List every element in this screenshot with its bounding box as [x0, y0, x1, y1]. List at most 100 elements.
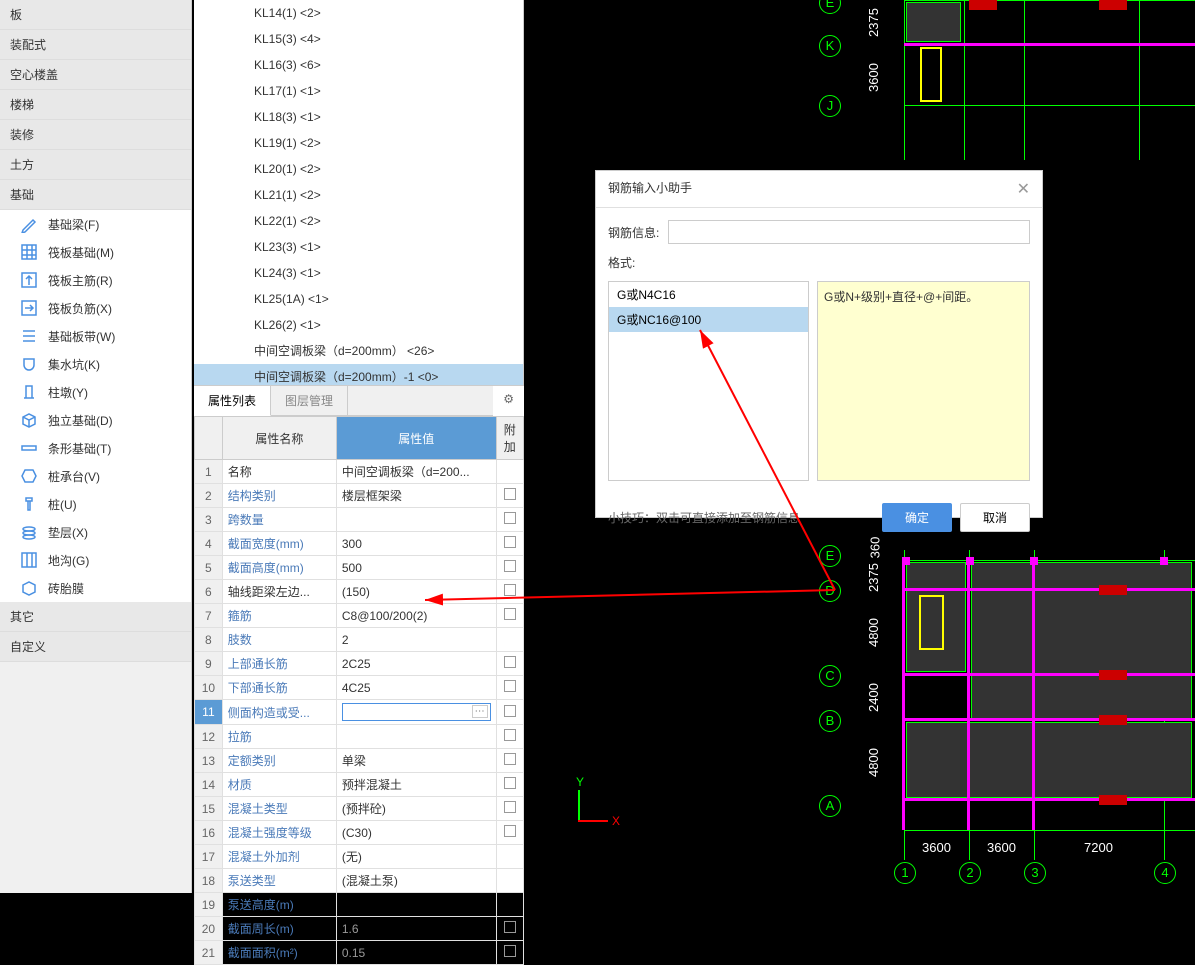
close-icon[interactable]: ✕ — [1017, 179, 1030, 199]
item-条形基础(T)[interactable]: 条形基础(T) — [0, 434, 191, 462]
checkbox-icon[interactable] — [504, 777, 516, 789]
tree-item[interactable]: KL14(1) <2> — [194, 0, 523, 26]
checkbox-icon[interactable] — [504, 488, 516, 500]
cat-foundation[interactable]: 基础 — [0, 180, 191, 210]
item-柱墩(Y)[interactable]: 柱墩(Y) — [0, 378, 191, 406]
checkbox-icon[interactable] — [504, 584, 516, 596]
checkbox-icon[interactable] — [504, 921, 516, 933]
ellipsis-icon[interactable]: ⋯ — [472, 705, 488, 718]
prop-value[interactable]: (预拌砼) — [336, 797, 496, 821]
prop-value[interactable] — [336, 893, 496, 917]
cat-空心楼盖[interactable]: 空心楼盖 — [0, 60, 191, 90]
ok-button[interactable]: 确定 — [882, 503, 952, 532]
prop-addon[interactable] — [496, 628, 523, 652]
prop-name[interactable]: 结构类别 — [222, 484, 336, 508]
checkbox-icon[interactable] — [504, 801, 516, 813]
prop-value[interactable]: 2 — [336, 628, 496, 652]
prop-name[interactable]: 材质 — [222, 773, 336, 797]
tree-item[interactable]: KL26(2) <1> — [194, 312, 523, 338]
cat-装配式[interactable]: 装配式 — [0, 30, 191, 60]
prop-value-input[interactable]: ⋯ — [342, 703, 491, 721]
tree-item[interactable]: KL18(3) <1> — [194, 104, 523, 130]
cat-其它[interactable]: 其它 — [0, 602, 191, 632]
prop-name[interactable]: 混凝土强度等级 — [222, 821, 336, 845]
prop-name[interactable]: 截面周长(m) — [222, 917, 336, 941]
checkbox-icon[interactable] — [504, 680, 516, 692]
tree-item[interactable]: KL19(1) <2> — [194, 130, 523, 156]
tree-item-selected[interactable]: 中间空调板梁（d=200mm）-1 <0> — [194, 364, 523, 385]
prop-value[interactable]: 中间空调板梁（d=200... — [336, 460, 496, 484]
cancel-button[interactable]: 取消 — [960, 503, 1030, 532]
prop-addon[interactable] — [496, 676, 523, 700]
prop-addon[interactable] — [496, 821, 523, 845]
item-独立基础(D)[interactable]: 独立基础(D) — [0, 406, 191, 434]
tree-item[interactable]: KL21(1) <2> — [194, 182, 523, 208]
prop-name[interactable]: 截面宽度(mm) — [222, 532, 336, 556]
prop-addon[interactable] — [496, 508, 523, 532]
tree-item[interactable]: KL23(3) <1> — [194, 234, 523, 260]
prop-value[interactable]: (150) — [336, 580, 496, 604]
tree-item[interactable]: KL17(1) <1> — [194, 78, 523, 104]
format-item-0[interactable]: G或N4C16 — [609, 282, 808, 307]
prop-addon[interactable] — [496, 773, 523, 797]
prop-addon[interactable] — [496, 845, 523, 869]
tree-item[interactable]: KL24(3) <1> — [194, 260, 523, 286]
checkbox-icon[interactable] — [504, 945, 516, 957]
prop-value[interactable]: 1.6 — [336, 917, 496, 941]
checkbox-icon[interactable] — [504, 753, 516, 765]
item-桩承台(V)[interactable]: 桩承台(V) — [0, 462, 191, 490]
prop-value[interactable]: 楼层框架梁 — [336, 484, 496, 508]
prop-name[interactable]: 箍筋 — [222, 604, 336, 628]
prop-name[interactable]: 混凝土外加剂 — [222, 845, 336, 869]
checkbox-icon[interactable] — [504, 608, 516, 620]
cat-土方[interactable]: 土方 — [0, 150, 191, 180]
tree-item[interactable]: KL22(1) <2> — [194, 208, 523, 234]
prop-addon[interactable] — [496, 652, 523, 676]
prop-addon[interactable] — [496, 580, 523, 604]
prop-name[interactable]: 上部通长筋 — [222, 652, 336, 676]
tab-properties[interactable]: 属性列表 — [194, 386, 271, 416]
prop-name[interactable]: 拉筋 — [222, 725, 336, 749]
prop-name[interactable]: 轴线距梁左边... — [222, 580, 336, 604]
cat-楼梯[interactable]: 楼梯 — [0, 90, 191, 120]
prop-addon[interactable] — [496, 797, 523, 821]
tree-item[interactable]: KL16(3) <6> — [194, 52, 523, 78]
prop-value[interactable]: 4C25 — [336, 676, 496, 700]
prop-value[interactable] — [336, 508, 496, 532]
cat-装修[interactable]: 装修 — [0, 120, 191, 150]
config-icon[interactable]: ⚙ — [493, 386, 524, 412]
prop-addon[interactable] — [496, 749, 523, 773]
prop-name[interactable]: 泵送高度(m) — [222, 893, 336, 917]
item-筏板基础(M)[interactable]: 筏板基础(M) — [0, 238, 191, 266]
item-基础板带(W)[interactable]: 基础板带(W) — [0, 322, 191, 350]
prop-name[interactable]: 定额类别 — [222, 749, 336, 773]
format-list[interactable]: G或N4C16 G或NC16@100 — [608, 281, 809, 481]
prop-addon[interactable] — [496, 532, 523, 556]
prop-name[interactable]: 跨数量 — [222, 508, 336, 532]
prop-value[interactable]: 500 — [336, 556, 496, 580]
prop-addon[interactable] — [496, 460, 523, 484]
prop-value[interactable]: 300 — [336, 532, 496, 556]
prop-value[interactable]: 预拌混凝土 — [336, 773, 496, 797]
prop-name[interactable]: 泵送类型 — [222, 869, 336, 893]
prop-name[interactable]: 混凝土类型 — [222, 797, 336, 821]
tab-layers[interactable]: 图层管理 — [271, 386, 348, 415]
prop-addon[interactable] — [496, 604, 523, 628]
rebar-info-input[interactable] — [668, 220, 1030, 244]
item-垫层(X)[interactable]: 垫层(X) — [0, 518, 191, 546]
prop-addon[interactable] — [496, 484, 523, 508]
prop-name[interactable]: 肢数 — [222, 628, 336, 652]
item-地沟(G)[interactable]: 地沟(G) — [0, 546, 191, 574]
prop-addon[interactable] — [496, 700, 523, 725]
checkbox-icon[interactable] — [504, 656, 516, 668]
prop-name[interactable]: 截面高度(mm) — [222, 556, 336, 580]
prop-addon[interactable] — [496, 869, 523, 893]
tree-item[interactable]: 中间空调板梁（d=200mm） <26> — [194, 338, 523, 364]
item-基础梁(F)[interactable]: 基础梁(F) — [0, 210, 191, 238]
format-item-1[interactable]: G或NC16@100 — [609, 307, 808, 332]
prop-name[interactable]: 截面面积(m²) — [222, 941, 336, 965]
prop-value[interactable]: 单梁 — [336, 749, 496, 773]
prop-name[interactable]: 名称 — [222, 460, 336, 484]
prop-value[interactable]: C8@100/200(2) — [336, 604, 496, 628]
prop-addon[interactable] — [496, 941, 523, 965]
